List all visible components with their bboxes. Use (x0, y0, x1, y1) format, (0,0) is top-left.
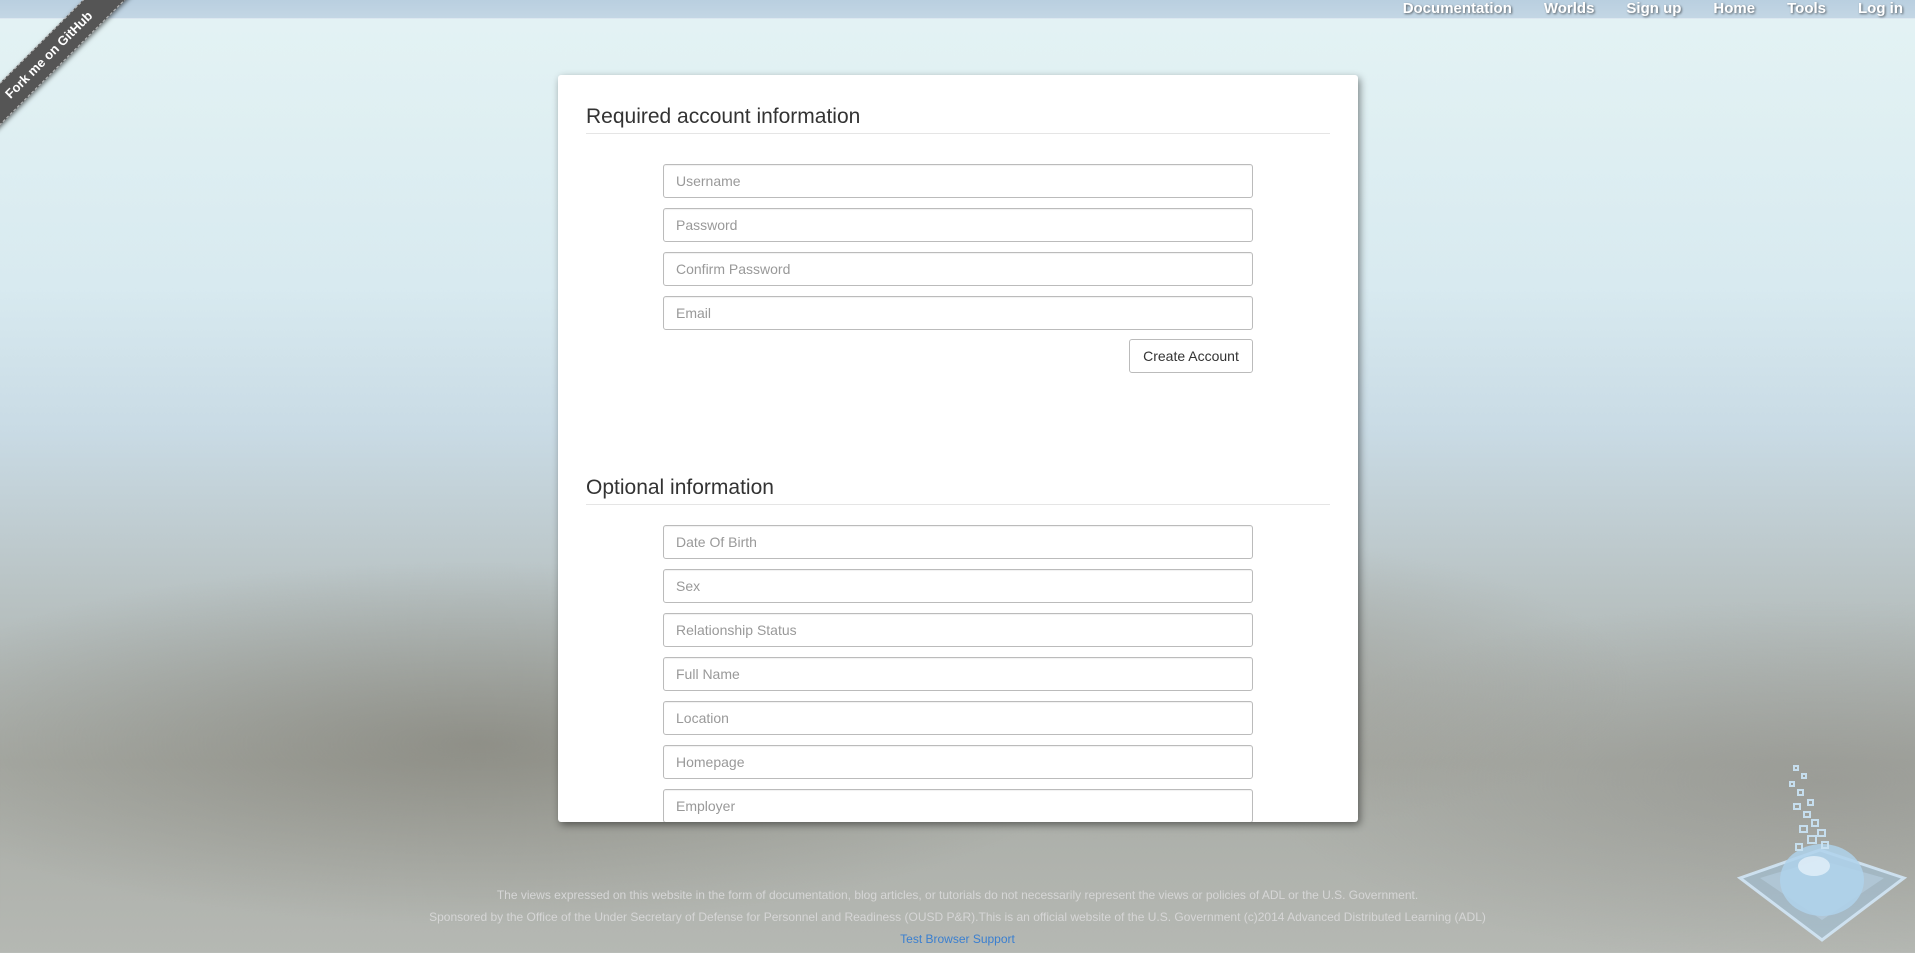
nav-documentation[interactable]: Documentation (1387, 0, 1528, 18)
signup-card: Required account information Create Acco… (558, 75, 1358, 822)
homepage-field[interactable] (663, 745, 1253, 779)
github-ribbon-container: Fork me on GitHub (0, 0, 140, 140)
nav-home[interactable]: Home (1697, 0, 1771, 18)
location-field[interactable] (663, 701, 1253, 735)
footer-sponsor: Sponsored by the Office of the Under Sec… (429, 910, 1486, 924)
nav-tools[interactable]: Tools (1771, 0, 1842, 18)
site-logo-icon (1734, 760, 1910, 950)
top-nav-bar: Documentation Worlds Sign up Home Tools … (0, 0, 1915, 19)
required-section-title: Required account information (586, 105, 1330, 134)
fork-on-github-ribbon[interactable]: Fork me on GitHub (0, 0, 134, 140)
page-footer: The views expressed on this website in t… (0, 884, 1915, 950)
email-field[interactable] (663, 296, 1253, 330)
create-account-button[interactable]: Create Account (1129, 339, 1253, 373)
nav-sign-up[interactable]: Sign up (1610, 0, 1697, 18)
dob-field[interactable] (663, 525, 1253, 559)
footer-disclaimer: The views expressed on this website in t… (496, 888, 1419, 902)
password-field[interactable] (663, 208, 1253, 242)
optional-section-title: Optional information (586, 476, 1330, 505)
employer-field[interactable] (663, 789, 1253, 822)
full-name-field[interactable] (663, 657, 1253, 691)
nav-worlds[interactable]: Worlds (1528, 0, 1611, 18)
test-browser-support-link[interactable]: Test Browser Support (900, 932, 1015, 946)
nav-log-in[interactable]: Log in (1842, 0, 1903, 18)
confirm-password-field[interactable] (663, 252, 1253, 286)
sex-field[interactable] (663, 569, 1253, 603)
username-field[interactable] (663, 164, 1253, 198)
main-nav: Documentation Worlds Sign up Home Tools … (1387, 0, 1903, 18)
relationship-status-field[interactable] (663, 613, 1253, 647)
